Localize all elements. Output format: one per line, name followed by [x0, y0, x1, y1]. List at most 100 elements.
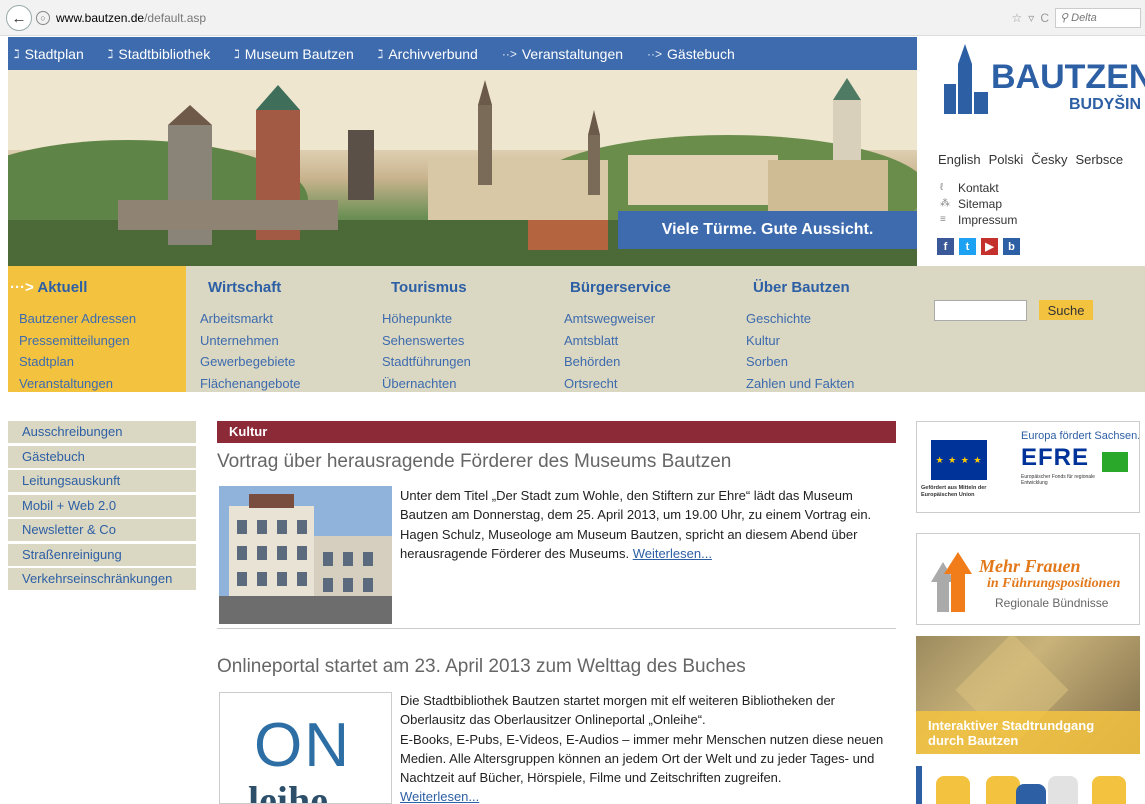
- link-kultur[interactable]: Kultur: [746, 330, 854, 352]
- sidebar-item-mobil-web[interactable]: Mobil + Web 2.0: [8, 494, 196, 517]
- youtube-icon[interactable]: ▶: [981, 238, 998, 255]
- dropdown-icon[interactable]: ▿: [1028, 11, 1034, 25]
- address-bar[interactable]: ○ www.bautzen.de/default.asp: [36, 7, 1036, 29]
- quicklink-impressum[interactable]: ≡ Impressum: [940, 212, 1017, 228]
- category-tourismus: Tourismus Höhepunkte Sehenswertes Stadtf…: [382, 266, 552, 392]
- article-body-2: E-Books, E-Pubs, E-Videos, E-Audios – im…: [400, 731, 884, 786]
- link-amtswegweiser[interactable]: Amtswegweiser: [564, 308, 655, 330]
- browser-toolbar: ← ○ www.bautzen.de/default.asp ☆ ▿ C ⚲ D…: [0, 0, 1145, 36]
- search-button[interactable]: Suche: [1039, 300, 1093, 320]
- topnav-label: Archivverbund: [388, 45, 478, 62]
- sidebar-item-leitungsauskunft[interactable]: Leitungsauskunft: [8, 470, 196, 492]
- sidebar-item-verkehr[interactable]: Verkehrseinschränkungen: [8, 568, 196, 590]
- lang-polski[interactable]: Polski: [989, 152, 1024, 167]
- link-bautzener-adressen[interactable]: Bautzener Adressen: [19, 308, 136, 330]
- category-menu: ···> Aktuell Bautzener Adressen Pressemi…: [8, 266, 1145, 392]
- browser-search-input[interactable]: ⚲ Delta: [1055, 8, 1141, 28]
- link-zahlen-und-fakten[interactable]: Zahlen und Fakten: [746, 373, 854, 395]
- quicklink-kontakt[interactable]: ℓ Kontakt: [940, 180, 1017, 196]
- efre-sub: Europäischer Fonds für regionale Entwick…: [1021, 474, 1095, 486]
- site-search-input[interactable]: [934, 300, 1027, 321]
- efre-headline: Europa fördert Sachsen.: [1021, 430, 1140, 442]
- arrow-icon: ··>: [647, 46, 663, 61]
- category-aktuell: ···> Aktuell Bautzener Adressen Pressemi…: [8, 266, 186, 392]
- quicklink-label: Kontakt: [958, 181, 999, 195]
- read-more-link[interactable]: Weiterlesen...: [400, 787, 890, 804]
- lang-english[interactable]: English: [938, 152, 981, 167]
- sidebar-item-gaestebuch[interactable]: Gästebuch: [8, 445, 196, 468]
- app-banner[interactable]: [916, 766, 1140, 804]
- link-geschichte[interactable]: Geschichte: [746, 308, 854, 330]
- category-title-wirtschaft[interactable]: Wirtschaft: [208, 279, 281, 296]
- facebook-icon[interactable]: f: [937, 238, 954, 255]
- efre-banner[interactable]: ★ ★ ★ ★ Gefördert aus Mitteln der Europä…: [916, 421, 1140, 513]
- article-body-1: Die Stadtbibliothek Bautzen startet morg…: [400, 693, 836, 728]
- twitter-icon[interactable]: t: [959, 238, 976, 255]
- topnav-gaestebuch[interactable]: ··> Gästebuch: [647, 46, 735, 62]
- link-flaechenangebote[interactable]: Flächenangebote: [200, 373, 300, 395]
- bautzen-app-icon[interactable]: b: [1003, 238, 1020, 255]
- bookmark-star-icon[interactable]: ☆: [1012, 11, 1023, 25]
- social-links: f t ▶ b: [937, 238, 1020, 255]
- quick-links: ℓ Kontakt ⁂ Sitemap ≡ Impressum: [940, 180, 1017, 228]
- sidebar-item-ausschreibungen[interactable]: Ausschreibungen: [8, 421, 196, 443]
- topnav-stadtbibliothek[interactable]: ℷ Stadtbibliothek: [108, 46, 210, 62]
- link-gewerbegebiete[interactable]: Gewerbegebiete: [200, 351, 300, 373]
- topnav-label: Gästebuch: [667, 45, 735, 62]
- nav-link-icon: ℷ: [234, 46, 240, 61]
- link-unternehmen[interactable]: Unternehmen: [200, 330, 300, 352]
- back-arrow-icon[interactable]: ←: [6, 5, 32, 31]
- sidebar-item-newsletter[interactable]: Newsletter & Co: [8, 519, 196, 541]
- sitemap-icon: ⁂: [940, 198, 950, 209]
- category-title-tourismus[interactable]: Tourismus: [391, 279, 467, 296]
- topnav-veranstaltungen[interactable]: ··> Veranstaltungen: [502, 46, 623, 62]
- eu-flag-icon: ★ ★ ★ ★: [931, 440, 987, 480]
- mehr-frauen-banner[interactable]: Mehr Frauen in Führungspositionen Region…: [916, 533, 1140, 625]
- browser-search-placeholder: Delta: [1071, 12, 1097, 24]
- topnav-museum[interactable]: ℷ Museum Bautzen: [234, 46, 354, 62]
- link-hoehepunkte[interactable]: Höhepunkte: [382, 308, 471, 330]
- article-divider: [217, 628, 896, 629]
- link-amtsblatt[interactable]: Amtsblatt: [564, 330, 655, 352]
- article-teaser: Die Stadtbibliothek Bautzen startet morg…: [400, 691, 890, 804]
- link-stadtplan[interactable]: Stadtplan: [19, 351, 136, 373]
- globe-icon: ○: [36, 11, 50, 25]
- frauen-line-3: Regionale Bündnisse: [995, 596, 1109, 610]
- sidebar-item-strassenreinigung[interactable]: Straßenreinigung: [8, 543, 196, 566]
- efre-logo: EFRE: [1021, 444, 1090, 471]
- hero-banner: Viele Türme. Gute Aussicht.: [8, 70, 917, 266]
- link-behoerden[interactable]: Behörden: [564, 351, 655, 373]
- category-buergerservice: Bürgerservice Amtswegweiser Amtsblatt Be…: [564, 266, 734, 392]
- link-stadtfuehrungen[interactable]: Stadtführungen: [382, 351, 471, 373]
- stadtrundgang-banner[interactable]: Interaktiver Stadtrundgang durch Bautzen: [916, 636, 1140, 754]
- link-veranstaltungen[interactable]: Veranstaltungen: [19, 373, 136, 395]
- read-more-link[interactable]: Weiterlesen...: [633, 546, 712, 561]
- tower-logo-icon: [944, 44, 988, 114]
- lang-cesky[interactable]: Česky: [1031, 152, 1067, 167]
- bautzen-logo[interactable]: BAUTZEN BUDYŠIN: [936, 44, 1145, 124]
- topnav-archivverbund[interactable]: ℷ Archivverbund: [378, 46, 478, 62]
- link-ortsrecht[interactable]: Ortsrecht: [564, 373, 655, 395]
- article-title[interactable]: Onlineportal startet am 23. April 2013 z…: [217, 656, 746, 678]
- reload-icon[interactable]: C: [1040, 11, 1049, 25]
- nav-link-icon: ℷ: [377, 46, 384, 61]
- link-pressemitteilungen[interactable]: Pressemitteilungen: [19, 330, 136, 352]
- logo-title: BAUTZEN: [991, 58, 1145, 96]
- efre-flag-icon: [1102, 452, 1128, 472]
- category-title-ueber-bautzen[interactable]: Über Bautzen: [753, 279, 850, 296]
- link-uebernachten[interactable]: Übernachten: [382, 373, 471, 395]
- topnav-stadtplan[interactable]: ℷ Stadtplan: [14, 46, 84, 62]
- link-sorben[interactable]: Sorben: [746, 351, 854, 373]
- link-sehenswertes[interactable]: Sehenswertes: [382, 330, 471, 352]
- onleihe-logo-image[interactable]: ON leihe: [219, 692, 392, 804]
- url-path: /default.asp: [144, 11, 207, 25]
- category-title-buergerservice[interactable]: Bürgerservice: [570, 279, 671, 296]
- lang-serbsce[interactable]: Serbsce: [1075, 152, 1123, 167]
- link-arbeitsmarkt[interactable]: Arbeitsmarkt: [200, 308, 300, 330]
- article-title[interactable]: Vortrag über herausragende Förderer des …: [217, 451, 731, 473]
- quicklink-sitemap[interactable]: ⁂ Sitemap: [940, 196, 1017, 212]
- topnav-label: Stadtbibliothek: [118, 45, 211, 62]
- category-title-aktuell[interactable]: ···> Aktuell: [10, 279, 87, 296]
- article-image-museum[interactable]: [219, 486, 392, 624]
- nav-link-icon: ℷ: [107, 46, 114, 61]
